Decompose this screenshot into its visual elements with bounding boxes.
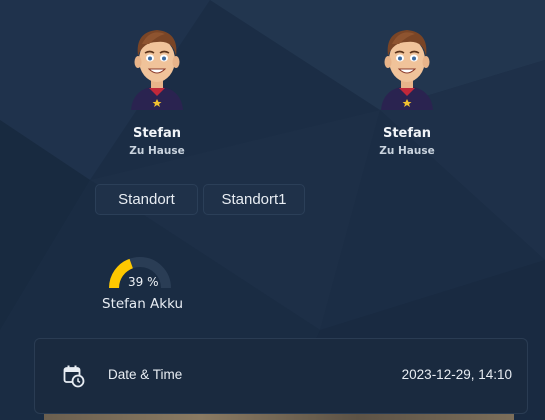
avatar: [131, 30, 183, 110]
datetime-card[interactable]: Date & Time 2023-12-29, 14:10: [34, 338, 528, 414]
standort1-chip[interactable]: Standort1: [203, 184, 305, 215]
person-card-1[interactable]: Stefan Zu Hause: [92, 22, 222, 157]
battery-label: Stefan Akku: [102, 296, 184, 312]
datetime-label: Date & Time: [108, 367, 183, 382]
person-status: Zu Hause: [129, 145, 185, 157]
person-name: Stefan: [382, 126, 432, 141]
background-image-strip: [44, 414, 514, 420]
avatar: [381, 30, 433, 110]
datetime-value: 2023-12-29, 14:10: [401, 367, 512, 382]
standort-chip[interactable]: Standort: [95, 184, 198, 215]
person-status: Zu Hause: [379, 145, 435, 157]
person-name: Stefan: [132, 126, 182, 141]
calendar-clock-icon: [63, 365, 85, 388]
person-card-2[interactable]: Stefan Zu Hause: [342, 22, 472, 157]
battery-value: 39 %: [128, 275, 159, 289]
